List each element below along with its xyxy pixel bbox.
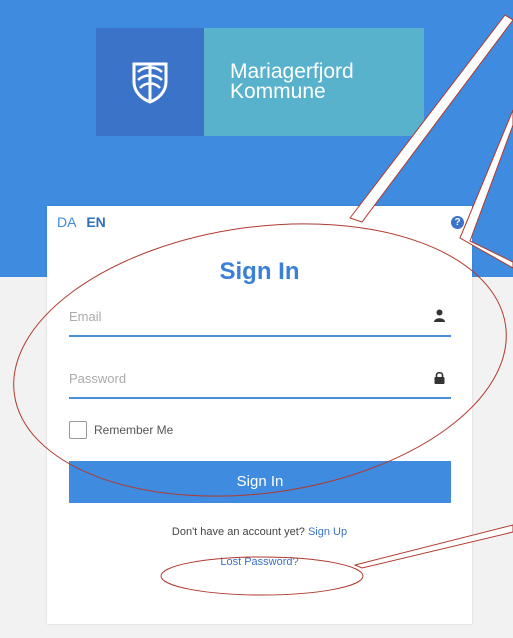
logo-line-2: Kommune	[230, 80, 326, 103]
user-icon	[434, 309, 445, 327]
logo-text: Mariagerfjord Kommune	[204, 28, 424, 136]
lang-da[interactable]: DA	[57, 214, 76, 230]
lost-password-link[interactable]: Lost Password?	[220, 556, 298, 568]
email-field	[69, 301, 451, 337]
lang-en[interactable]: EN	[86, 214, 105, 230]
remember-me-checkbox[interactable]	[69, 421, 87, 439]
email-input[interactable]	[69, 301, 399, 331]
municipality-logo: Mariagerfjord Kommune	[96, 28, 424, 136]
help-icon[interactable]: ?	[451, 216, 464, 229]
page-title: Sign In	[219, 258, 300, 285]
sign-up-link[interactable]: Sign Up	[308, 526, 347, 538]
password-input[interactable]	[69, 363, 399, 393]
remember-me[interactable]: Remember Me	[69, 421, 173, 439]
logo-line-1: Mariagerfjord	[230, 60, 354, 83]
sign-in-card: DA EN ? Sign In Remember Me Sign In Don'…	[47, 206, 472, 624]
signup-prompt: Don't have an account yet? Sign Up	[47, 526, 472, 538]
sign-in-button[interactable]: Sign In	[69, 461, 451, 503]
remember-me-label: Remember Me	[94, 423, 174, 437]
password-field	[69, 363, 451, 399]
no-account-text: Don't have an account yet?	[171, 526, 305, 538]
lost-password: Lost Password?	[47, 556, 472, 568]
language-switcher: DA EN	[57, 214, 112, 230]
crest-icon	[96, 28, 204, 136]
lock-icon	[434, 371, 445, 389]
